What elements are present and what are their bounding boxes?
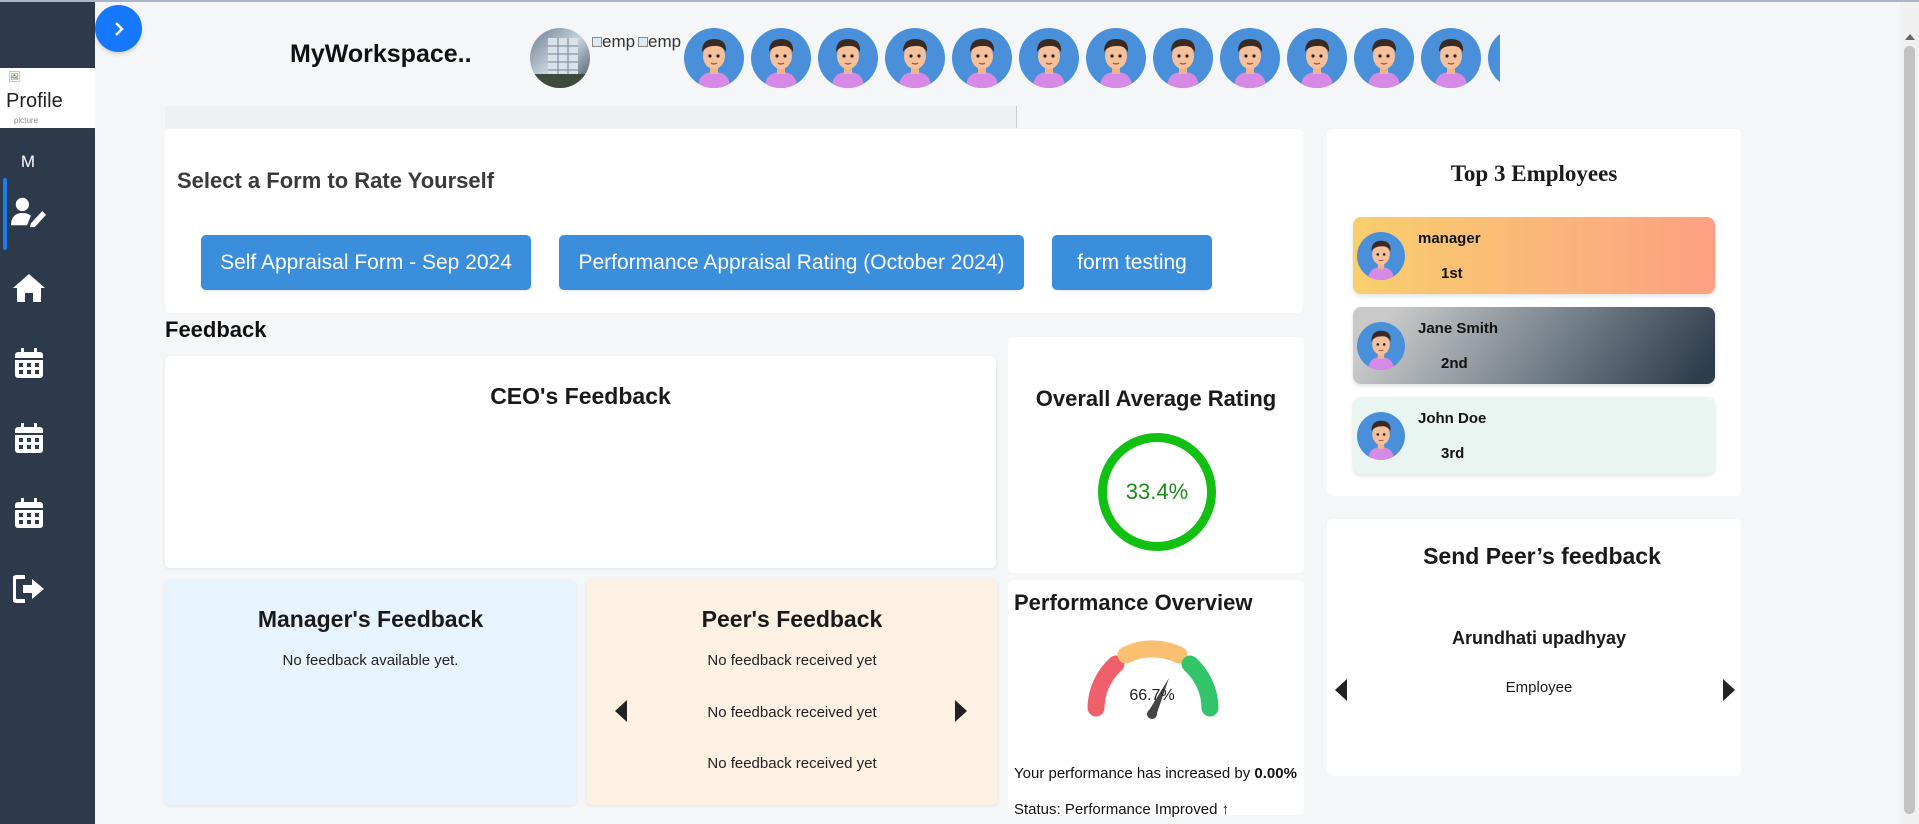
home-icon (11, 270, 47, 306)
form-button-performance-appraisal[interactable]: Performance Appraisal Rating (October 20… (559, 235, 1024, 290)
average-rating-value: 33.4% (1125, 479, 1189, 504)
peer-feedback-prev-arrow[interactable] (615, 700, 627, 722)
ceo-feedback-title: CEO's Feedback (490, 383, 671, 409)
average-rating-card: Overall Average Rating 33.4% (1008, 337, 1304, 573)
top-employee-3[interactable]: John Doe 3rd (1353, 397, 1715, 474)
avatar-company[interactable] (530, 28, 590, 88)
send-peer-feedback-card: Send Peer’s feedback Arundhati upadhyay … (1327, 519, 1741, 776)
avatar[interactable] (684, 28, 744, 88)
average-rating-title: Overall Average Rating (1035, 386, 1277, 411)
avatar[interactable] (818, 28, 878, 88)
manager-feedback-empty: No feedback available yet. (282, 652, 459, 669)
profile-alt-text-2: picture (14, 116, 39, 125)
send-peer-feedback-title: Send Peer’s feedback (1423, 543, 1661, 569)
employee-name: Jane Smith (1418, 320, 1499, 337)
performance-overview-title: Performance Overview (1014, 590, 1253, 615)
avatar[interactable] (952, 28, 1012, 88)
rate-form-title: Select a Form to Rate Yourself (177, 168, 495, 193)
gauge-value: 66.7% (1129, 687, 1174, 704)
top-employee-2[interactable]: Jane Smith 2nd (1353, 307, 1715, 384)
scroll-up-arrow[interactable] (1905, 34, 1915, 40)
avatar[interactable] (1287, 28, 1347, 88)
ceo-feedback-card: CEO's Feedback (165, 356, 996, 568)
performance-status: Status: Performance Improved ↑ (1014, 801, 1230, 818)
employee-name: John Doe (1418, 410, 1487, 427)
sidebar-item-calendar-2[interactable] (0, 408, 95, 468)
employee-rank: 1st (1441, 265, 1463, 282)
sidebar-item-logout[interactable] (0, 559, 95, 619)
form-button-form-testing[interactable]: form testing (1052, 235, 1212, 290)
avatar[interactable] (1220, 28, 1280, 88)
peer-feedback-line: No feedback received yet (707, 704, 877, 721)
profile-alt-text: Profile (6, 90, 63, 112)
sidebar-item-calendar-3[interactable] (0, 483, 95, 543)
peer-prev-arrow[interactable] (1335, 679, 1347, 701)
user-edit-icon (11, 194, 47, 230)
calendar-icon (11, 345, 47, 381)
peer-feedback-card: Peer's Feedback No feedback received yet… (587, 580, 997, 805)
performance-increase-text: Your performance has increased by 0.00% (1014, 765, 1297, 782)
profile-picture[interactable]: 🖼 Profile picture (0, 68, 95, 128)
peer-feedback-next-arrow[interactable] (955, 700, 967, 722)
avatar[interactable] (1421, 28, 1481, 88)
sidebar-item-home[interactable] (0, 258, 95, 318)
calendar-icon (11, 420, 47, 456)
top-border (0, 0, 1919, 2)
avatar[interactable] (885, 28, 945, 88)
header-strip (165, 106, 1017, 128)
avatar (1357, 412, 1405, 460)
employee-name: manager (1418, 230, 1481, 247)
peer-feedback-line: No feedback received yet (707, 755, 877, 772)
avatar[interactable] (1354, 28, 1414, 88)
peer-name: Arundhati upadhyay (1451, 628, 1626, 648)
top-employee-1[interactable]: manager 1st (1353, 217, 1715, 294)
performance-increase-value: 0.00% (1254, 765, 1297, 782)
form-button-self-appraisal[interactable]: Self Appraisal Form - Sep 2024 (201, 235, 531, 290)
calendar-icon (11, 495, 47, 531)
sidebar-item-self-rating[interactable] (0, 178, 95, 250)
average-rating-ring: 33.4% (1098, 433, 1216, 551)
peer-role: Employee (1505, 679, 1573, 696)
performance-gauge: 66.7% (1068, 628, 1238, 725)
chevron-right-icon (114, 21, 124, 36)
sidebar: 🖼 Profile picture M (0, 2, 95, 824)
avatar[interactable] (1086, 28, 1146, 88)
sidebar-item-calendar-1[interactable] (0, 333, 95, 393)
logout-icon (11, 571, 47, 607)
avatar[interactable] (751, 28, 811, 88)
sidebar-toggle-button[interactable] (95, 5, 142, 52)
avatar[interactable] (1488, 28, 1500, 88)
avatar[interactable] (1153, 28, 1213, 88)
scroll-thumb[interactable] (1904, 46, 1915, 814)
avatar-broken[interactable]: emp (638, 28, 682, 88)
employee-avatar-strip: emp emp (530, 28, 1500, 90)
performance-overview-card: Performance Overview 66.7% Your performa… (1008, 580, 1304, 818)
top-employees-card: Top 3 Employees manager 1st Jane Smith 2… (1327, 129, 1741, 496)
avatar (1357, 232, 1405, 280)
peer-next-arrow[interactable] (1723, 679, 1735, 701)
employee-rank: 3rd (1441, 445, 1465, 462)
top-employees-title: Top 3 Employees (1450, 161, 1618, 186)
workspace-title: MyWorkspace.. (290, 40, 472, 68)
rate-form-card: Select a Form to Rate Yourself Self Appr… (165, 129, 1303, 313)
feedback-heading: Feedback (165, 317, 267, 342)
avatar-broken[interactable]: emp (592, 28, 636, 88)
broken-image-icon: 🖼 (8, 72, 21, 83)
avatar (1357, 322, 1405, 370)
employee-rank: 2nd (1441, 355, 1468, 372)
vertical-scrollbar[interactable] (1900, 2, 1919, 824)
user-initial: M (20, 152, 36, 171)
manager-feedback-title: Manager's Feedback (257, 606, 484, 632)
peer-feedback-title: Peer's Feedback (701, 606, 883, 632)
manager-feedback-card: Manager's Feedback No feedback available… (165, 580, 576, 805)
avatar[interactable] (1019, 28, 1079, 88)
peer-feedback-line: No feedback received yet (707, 652, 877, 669)
